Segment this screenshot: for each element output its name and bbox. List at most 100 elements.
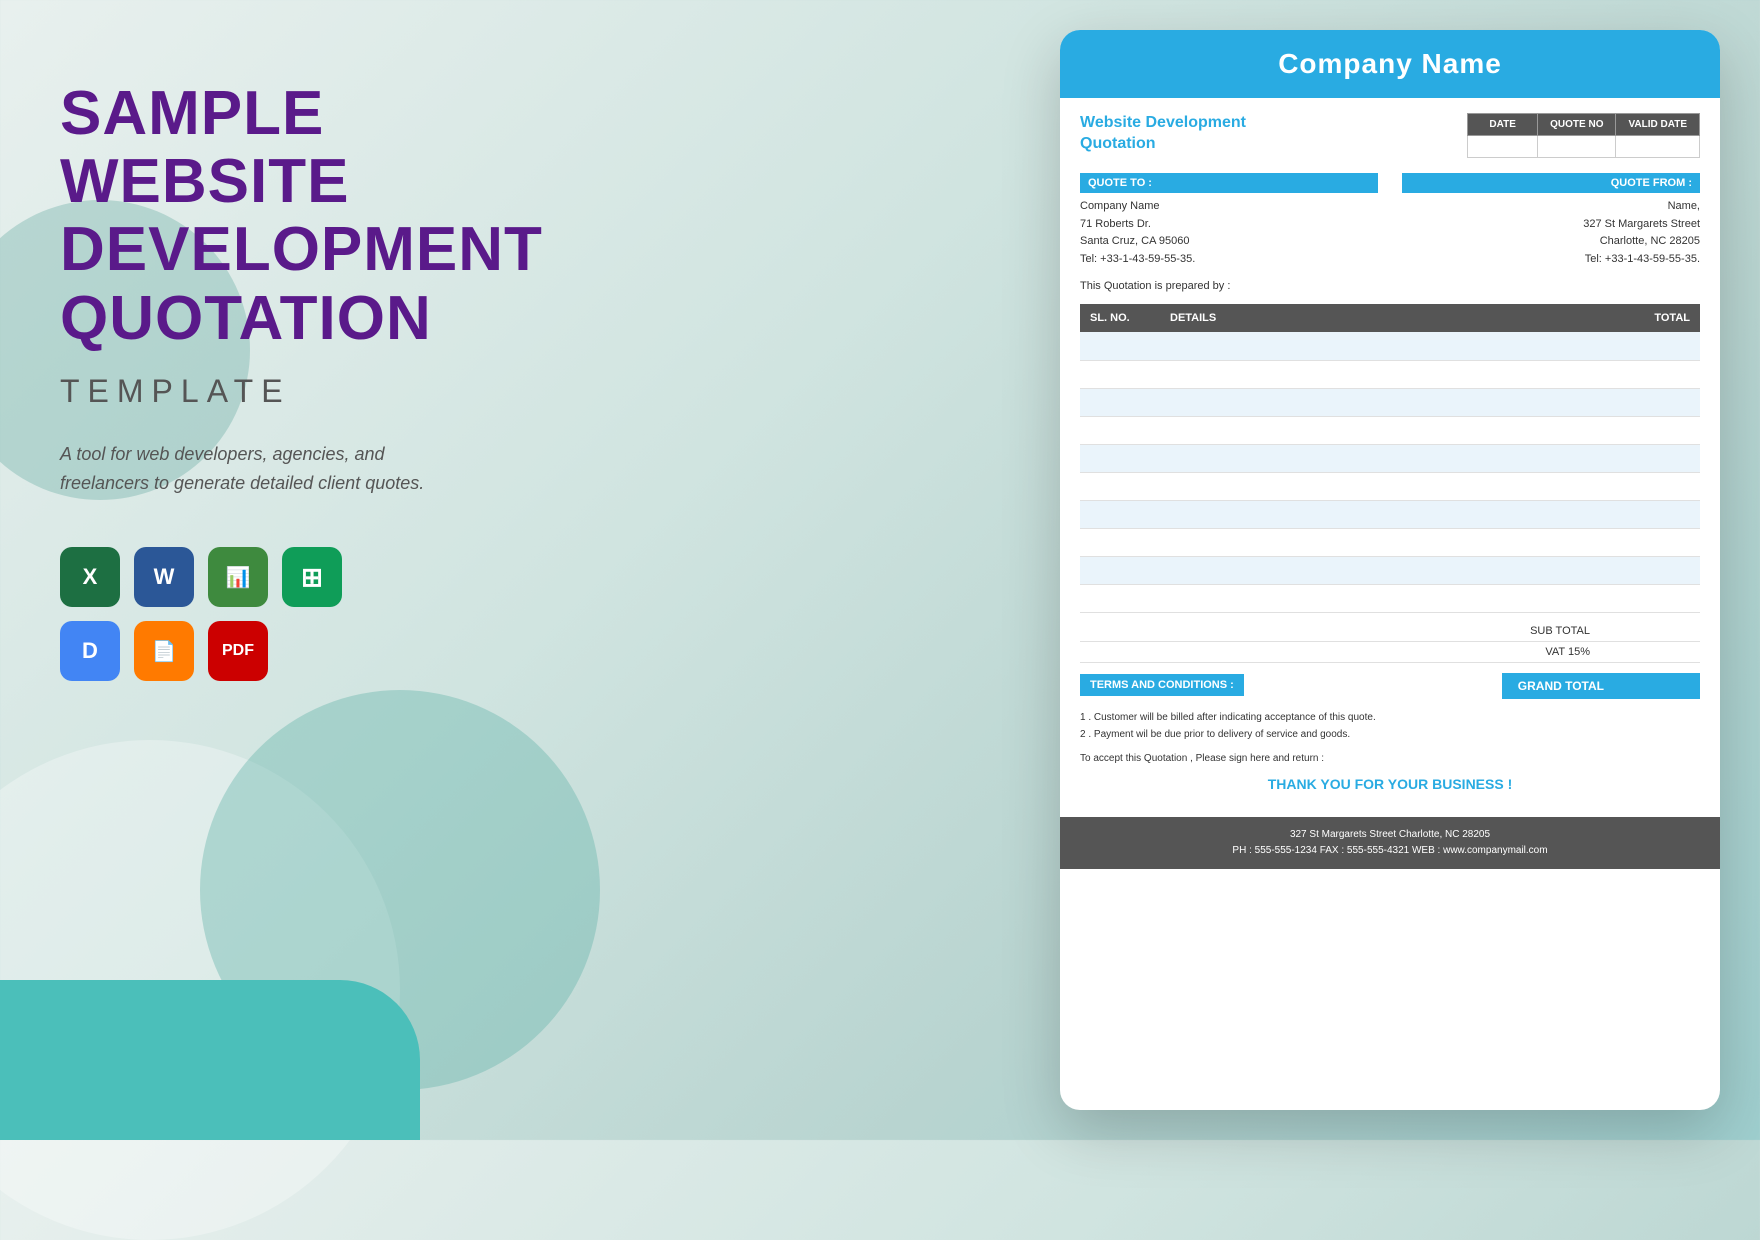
- main-title: SAMPLE WEBSITE DEVELOPMENT QUOTATION: [60, 80, 580, 353]
- date-value[interactable]: [1468, 136, 1538, 158]
- quote-no-header: QUOTE NO: [1538, 114, 1616, 136]
- sub-total-row: SUB TOTAL: [1080, 621, 1700, 642]
- details-cell: [1160, 388, 1600, 416]
- total-cell: [1600, 556, 1700, 584]
- docs-icon[interactable]: D: [60, 621, 120, 681]
- sub-total-label: SUB TOTAL: [1530, 625, 1590, 637]
- total-cell: [1600, 416, 1700, 444]
- numbers-icon[interactable]: 📊: [208, 547, 268, 607]
- terms-header: TERMS AND CONDITIONS :: [1080, 674, 1244, 696]
- quote-to: QUOTE TO : Company Name 71 Roberts Dr. S…: [1080, 173, 1378, 268]
- sheets-icon[interactable]: ⊞: [282, 547, 342, 607]
- total-cell: [1600, 584, 1700, 612]
- sign-section: To accept this Quotation , Please sign h…: [1080, 753, 1700, 764]
- details-cell: [1160, 528, 1600, 556]
- excel-icon[interactable]: X: [60, 547, 120, 607]
- pdf-icon[interactable]: PDF: [208, 621, 268, 681]
- table-row: [1080, 388, 1700, 416]
- quote-from-info: Name, 327 St Margarets Street Charlotte,…: [1402, 198, 1700, 268]
- total-cell: [1600, 472, 1700, 500]
- sl-no-cell: [1080, 360, 1160, 388]
- table-row: [1080, 584, 1700, 612]
- table-row: [1080, 332, 1700, 360]
- details-cell: [1160, 500, 1600, 528]
- word-icon[interactable]: W: [134, 547, 194, 607]
- quote-title: Website DevelopmentQuotation: [1080, 113, 1246, 155]
- thank-you: THANK YOU FOR YOUR BUSINESS !: [1080, 776, 1700, 792]
- sl-no-cell: [1080, 500, 1160, 528]
- details-header: DETAILS: [1160, 304, 1600, 332]
- vat-label: VAT 15%: [1545, 646, 1590, 658]
- grand-total-label: GRAND TOTAL: [1502, 673, 1620, 699]
- details-cell: [1160, 472, 1600, 500]
- items-table: SL. NO. DETAILS TOTAL: [1080, 304, 1700, 613]
- sl-no-cell: [1080, 584, 1160, 612]
- footer-address: 327 St Margarets Street Charlotte, NC 28…: [1070, 827, 1710, 843]
- total-cell: [1600, 360, 1700, 388]
- term-1: 1 . Customer will be billed after indica…: [1080, 709, 1700, 726]
- table-row: [1080, 472, 1700, 500]
- totals-section: SUB TOTAL VAT 15%: [1080, 621, 1700, 663]
- sign-text: To accept this Quotation , Please sign h…: [1080, 753, 1324, 764]
- left-panel: SAMPLE WEBSITE DEVELOPMENT QUOTATION TEM…: [60, 80, 580, 681]
- details-cell: [1160, 416, 1600, 444]
- quote-from: QUOTE FROM : Name, 327 St Margarets Stre…: [1402, 173, 1700, 268]
- details-cell: [1160, 556, 1600, 584]
- total-header: TOTAL: [1600, 304, 1700, 332]
- quote-no-value[interactable]: [1538, 136, 1616, 158]
- sl-no-cell: [1080, 556, 1160, 584]
- title-row: Website DevelopmentQuotation DATE QUOTE …: [1080, 113, 1700, 158]
- valid-date-header: VALID DATE: [1616, 114, 1700, 136]
- quote-from-address1: 327 St Margarets Street: [1402, 216, 1700, 234]
- sl-no-cell: [1080, 332, 1160, 360]
- doc-footer: 327 St Margarets Street Charlotte, NC 28…: [1060, 817, 1720, 869]
- vat-row: VAT 15%: [1080, 642, 1700, 663]
- total-cell: [1600, 388, 1700, 416]
- valid-date-value[interactable]: [1616, 136, 1700, 158]
- table-row: [1080, 416, 1700, 444]
- quote-parties: QUOTE TO : Company Name 71 Roberts Dr. S…: [1080, 173, 1700, 268]
- description: A tool for web developers, agencies, and…: [60, 440, 440, 498]
- details-cell: [1160, 360, 1600, 388]
- quote-from-name: Name,: [1402, 198, 1700, 216]
- total-cell: [1600, 500, 1700, 528]
- app-icons: X W 📊 ⊞ D 📄: [60, 547, 580, 681]
- terms-list: 1 . Customer will be billed after indica…: [1080, 709, 1700, 743]
- grand-total-row: GRAND TOTAL: [1502, 673, 1700, 699]
- details-cell: [1160, 332, 1600, 360]
- total-cell: [1600, 444, 1700, 472]
- terms-grand-row: TERMS AND CONDITIONS : GRAND TOTAL: [1080, 671, 1700, 699]
- quote-to-header: QUOTE TO :: [1080, 173, 1378, 193]
- terms-header-wrapper: TERMS AND CONDITIONS :: [1080, 674, 1244, 696]
- quote-to-address1: 71 Roberts Dr.: [1080, 216, 1378, 234]
- details-cell: [1160, 444, 1600, 472]
- sl-no-cell: [1080, 472, 1160, 500]
- quote-to-address2: Santa Cruz, CA 95060: [1080, 233, 1378, 251]
- sub-title: TEMPLATE: [60, 373, 580, 410]
- table-row: [1080, 500, 1700, 528]
- total-cell: [1600, 332, 1700, 360]
- pages-icon[interactable]: 📄: [134, 621, 194, 681]
- prepared-by: This Quotation is prepared by :: [1080, 280, 1700, 292]
- sl-no-header: SL. NO.: [1080, 304, 1160, 332]
- date-header: DATE: [1468, 114, 1538, 136]
- sl-no-cell: [1080, 444, 1160, 472]
- quote-to-tel: Tel: +33-1-43-59-55-35.: [1080, 251, 1378, 269]
- doc-header: Company Name: [1060, 30, 1720, 98]
- table-row: [1080, 528, 1700, 556]
- quote-from-header: QUOTE FROM :: [1402, 173, 1700, 193]
- quote-to-company: Company Name: [1080, 198, 1378, 216]
- sl-no-cell: [1080, 528, 1160, 556]
- quote-to-info: Company Name 71 Roberts Dr. Santa Cruz, …: [1080, 198, 1378, 268]
- footer-phone: PH : 555-555-1234 FAX : 555-555-4321 WEB…: [1070, 843, 1710, 859]
- total-cell: [1600, 528, 1700, 556]
- quote-from-address2: Charlotte, NC 28205: [1402, 233, 1700, 251]
- details-cell: [1160, 584, 1600, 612]
- doc-body: Website DevelopmentQuotation DATE QUOTE …: [1060, 98, 1720, 817]
- table-row: [1080, 444, 1700, 472]
- sl-no-cell: [1080, 388, 1160, 416]
- table-row: [1080, 360, 1700, 388]
- quote-from-tel: Tel: +33-1-43-59-55-35.: [1402, 251, 1700, 269]
- date-table: DATE QUOTE NO VALID DATE: [1467, 113, 1700, 158]
- company-name: Company Name: [1080, 48, 1700, 80]
